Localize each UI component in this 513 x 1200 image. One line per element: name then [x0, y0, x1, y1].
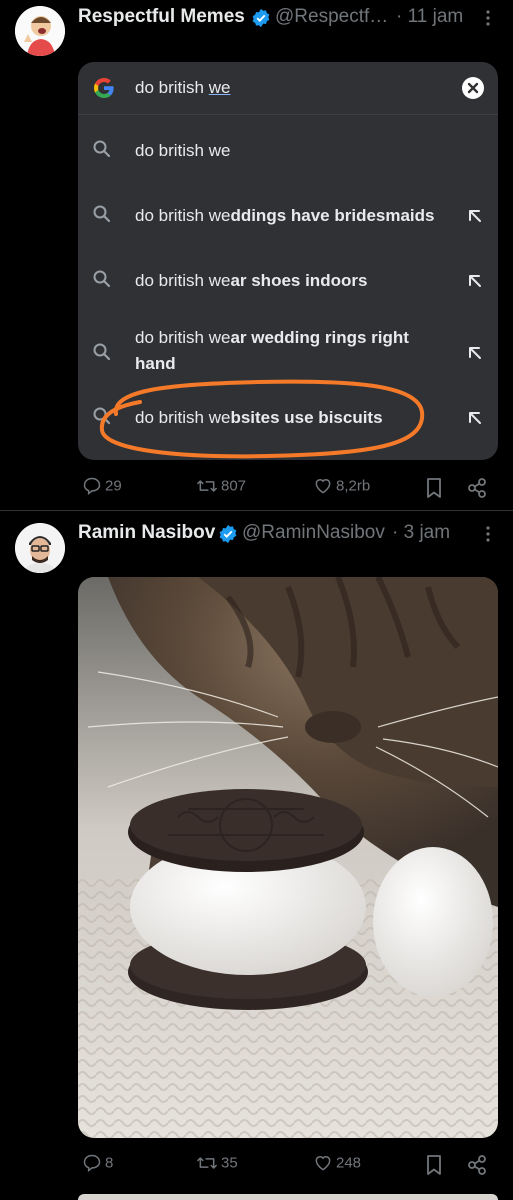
reply-button[interactable]: 8 [82, 1153, 113, 1173]
like-icon [315, 1156, 331, 1171]
reply-button[interactable]: 29 [82, 476, 122, 496]
author-handle[interactable]: @Respectf… [275, 6, 388, 28]
reply-icon [83, 1154, 101, 1173]
timestamp[interactable]: · 3 jam [392, 522, 450, 544]
repost-icon [197, 1157, 217, 1169]
avatar[interactable] [15, 523, 65, 573]
share-icon[interactable] [466, 477, 488, 499]
author-name[interactable]: Ramin Nasibov [78, 522, 215, 544]
repost-button[interactable]: 35 [196, 1153, 238, 1173]
like-icon [315, 479, 331, 494]
avatar[interactable] [15, 6, 65, 56]
verified-badge-icon [252, 8, 270, 28]
author-name[interactable]: Respectful Memes [78, 6, 245, 28]
like-button[interactable]: 8,2rb [313, 476, 370, 496]
tweet-image-cat-oreo[interactable] [78, 577, 498, 1138]
repost-icon [197, 480, 217, 492]
author-handle[interactable]: @RaminNasibov [242, 522, 385, 544]
bookmark-icon[interactable] [424, 1154, 444, 1176]
highlight-circle [99, 379, 425, 459]
repost-button[interactable]: 807 [196, 476, 246, 496]
share-icon[interactable] [466, 1154, 488, 1176]
verified-badge-icon [219, 524, 237, 544]
more-icon[interactable] [478, 524, 498, 544]
next-tweet-media-edge [78, 1194, 498, 1200]
timestamp[interactable]: · 11 jam [396, 6, 463, 28]
tweet-divider [0, 510, 513, 511]
tweet-image-google-suggestions[interactable]: do british we do british we do british w… [78, 62, 498, 460]
like-button[interactable]: 248 [313, 1153, 361, 1173]
reply-icon [83, 477, 101, 496]
bookmark-icon[interactable] [424, 477, 444, 499]
more-icon[interactable] [478, 8, 498, 28]
